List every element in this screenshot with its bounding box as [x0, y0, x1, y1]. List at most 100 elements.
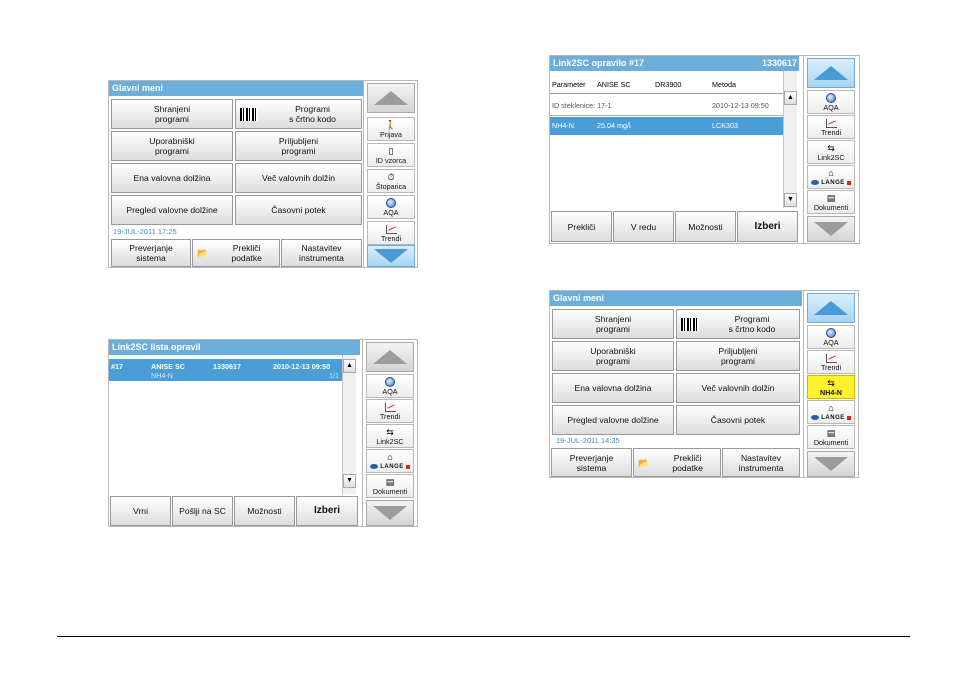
page-title: Glavni meni	[109, 81, 365, 96]
home-lange-button[interactable]: ⌂ LANGE	[366, 449, 414, 473]
screen-link2sc-list: Link2SC lista opravil #17 ANISE SC 13306…	[108, 339, 418, 527]
barcode-icon	[240, 107, 258, 121]
list-item-selected[interactable]: #17 ANISE SC 1330617 2010-12-13 09:50 NH…	[109, 359, 344, 381]
login-button[interactable]: 🚶 Prijava	[367, 117, 415, 141]
stored-programs-button[interactable]: Shranjeni programi	[111, 99, 233, 129]
trends-button[interactable]: Trendi	[366, 399, 414, 423]
system-check-button[interactable]: Preverjanje sistema	[111, 239, 191, 267]
scroll-down-button[interactable]	[366, 500, 414, 526]
lange-logo-icon: LANGE	[811, 414, 851, 422]
trends-button[interactable]: Trendi	[367, 221, 415, 245]
back-button[interactable]: Vrni	[110, 496, 171, 526]
trends-button[interactable]: Trendi	[807, 115, 855, 139]
barcode-icon	[681, 317, 699, 331]
aqa-icon	[826, 93, 836, 103]
date-time: 19-JUL-2011 17:25	[113, 227, 177, 236]
table-row[interactable]: ID steklenice: 17-1 2010-12-13 09:50	[550, 97, 785, 115]
folder-icon: 📂	[197, 248, 209, 258]
trend-chart-icon	[385, 224, 397, 234]
single-wavelength-button[interactable]: Ena valovna dolžina	[111, 163, 233, 193]
system-check-button[interactable]: Preverjanje sistema	[551, 448, 632, 477]
documents-button[interactable]: ▤ Dokumenti	[807, 425, 855, 449]
wavelength-scan-button[interactable]: Pregled valovne dolžine	[111, 195, 233, 225]
select-button[interactable]: Izberi	[737, 211, 798, 242]
trend-chart-icon	[825, 353, 837, 363]
cancel-button[interactable]: Prekliči	[551, 211, 612, 242]
scroll-down-button[interactable]	[367, 245, 415, 267]
stored-programs-button[interactable]: Shranjeni programi	[552, 309, 674, 339]
arrow-up-icon	[814, 66, 848, 80]
scroll-down-small[interactable]: ▼	[343, 474, 356, 488]
lange-logo-icon: LANGE	[370, 463, 410, 471]
trends-button[interactable]: Trendi	[807, 350, 855, 374]
scroll-up-button[interactable]	[367, 83, 415, 113]
link2sc-button[interactable]: ⇆ Link2SC	[807, 140, 855, 164]
screen-link2sc-job: Link2SC opravilo #17 1330617 Parameter A…	[549, 55, 860, 244]
scroll-up-small[interactable]: ▲	[784, 91, 797, 105]
single-wavelength-button[interactable]: Ena valovna dolžina	[552, 373, 674, 403]
list-scrollbar[interactable]: ▲ ▼	[342, 355, 356, 494]
scroll-up-button[interactable]	[366, 342, 414, 372]
stopwatch-icon: ⏱	[387, 171, 395, 182]
date-time: 19-JUL-2011 14:35	[556, 436, 620, 445]
timer-button[interactable]: ⏱ Štoparica	[367, 169, 415, 193]
aqa-button[interactable]: AQA	[807, 325, 855, 349]
nh4n-link2sc-button[interactable]: ⇆ NH4-N	[807, 375, 855, 399]
scroll-up-button[interactable]	[807, 293, 855, 323]
vial-icon: ▯	[388, 145, 394, 156]
aqa-button[interactable]: AQA	[807, 90, 855, 114]
arrow-down-icon	[814, 222, 848, 236]
user-programs-button[interactable]: Uporabniški programi	[111, 131, 233, 161]
link2sc-button[interactable]: ⇆ Link2SC	[366, 424, 414, 448]
footer-divider	[57, 636, 910, 637]
ok-button[interactable]: V redu	[613, 211, 674, 242]
barcode-programs-button[interactable]: Programi s črtno kodo	[676, 309, 800, 339]
wavelength-scan-button[interactable]: Pregled valovne dolžine	[552, 405, 674, 435]
link2sc-icon: ⇆	[386, 426, 394, 437]
aqa-icon	[385, 377, 395, 387]
favorite-programs-button[interactable]: Priljubljeni programi	[235, 131, 362, 161]
options-button[interactable]: Možnosti	[675, 211, 736, 242]
sample-id-button[interactable]: ▯ ID vzorca	[367, 143, 415, 167]
documents-icon: ▤	[826, 192, 836, 203]
scroll-down-button[interactable]	[807, 216, 855, 242]
options-button[interactable]: Možnosti	[234, 496, 295, 526]
aqa-button[interactable]: AQA	[366, 374, 414, 398]
col-dr3900: DR3900	[655, 80, 682, 89]
barcode-programs-button[interactable]: Programi s črtno kodo	[235, 99, 362, 129]
aqa-icon	[386, 198, 396, 208]
scroll-down-button[interactable]	[807, 451, 855, 477]
instrument-setup-button[interactable]: Nastavitev instrumenta	[722, 448, 800, 477]
user-programs-button[interactable]: Uporabniški programi	[552, 341, 674, 371]
col-anise: ANISE SC	[597, 80, 631, 89]
multi-wavelength-button[interactable]: Več valovnih dolžin	[235, 163, 362, 193]
documents-icon: ▤	[385, 476, 395, 487]
home-lange-button[interactable]: ⌂ LANGE	[807, 165, 855, 189]
scroll-up-button[interactable]	[807, 58, 855, 88]
instrument-setup-button[interactable]: Nastavitev instrumenta	[281, 239, 362, 267]
scroll-down-small[interactable]: ▼	[784, 193, 797, 207]
send-to-sc-button[interactable]: Pošlji na SC	[172, 496, 233, 526]
screen-main-menu-2: Glavni meni Shranjeni programi Programi …	[549, 290, 859, 478]
scroll-up-small[interactable]: ▲	[343, 359, 356, 373]
job-table: Parameter ANISE SC DR3900 Metoda ID stek…	[550, 71, 799, 208]
recall-data-button[interactable]: 📂 Prekliči podatke	[192, 239, 280, 267]
table-row-selected[interactable]: NH4-N 25.04 mg/l LCK303	[550, 117, 785, 135]
documents-button[interactable]: ▤ Dokumenti	[807, 190, 855, 214]
trend-chart-icon	[384, 402, 396, 412]
list-scrollbar[interactable]: ▲ ▼	[783, 71, 797, 208]
aqa-button[interactable]: AQA	[367, 195, 415, 219]
time-course-button[interactable]: Časovni potek	[676, 405, 800, 435]
lange-logo-icon: LANGE	[811, 179, 851, 187]
documents-button[interactable]: ▤ Dokumenti	[366, 474, 414, 498]
time-course-button[interactable]: Časovni potek	[235, 195, 362, 225]
favorite-programs-button[interactable]: Priljubljeni programi	[676, 341, 800, 371]
person-icon: 🚶	[385, 119, 397, 130]
home-icon: ⌂	[828, 402, 834, 413]
home-lange-button[interactable]: ⌂ LANGE	[807, 400, 855, 424]
documents-icon: ▤	[826, 427, 836, 438]
recall-data-button[interactable]: 📂 Prekliči podatke	[633, 448, 721, 477]
multi-wavelength-button[interactable]: Več valovnih dolžin	[676, 373, 800, 403]
select-button[interactable]: Izberi	[296, 496, 358, 526]
link2sc-icon: ⇆	[827, 377, 835, 388]
